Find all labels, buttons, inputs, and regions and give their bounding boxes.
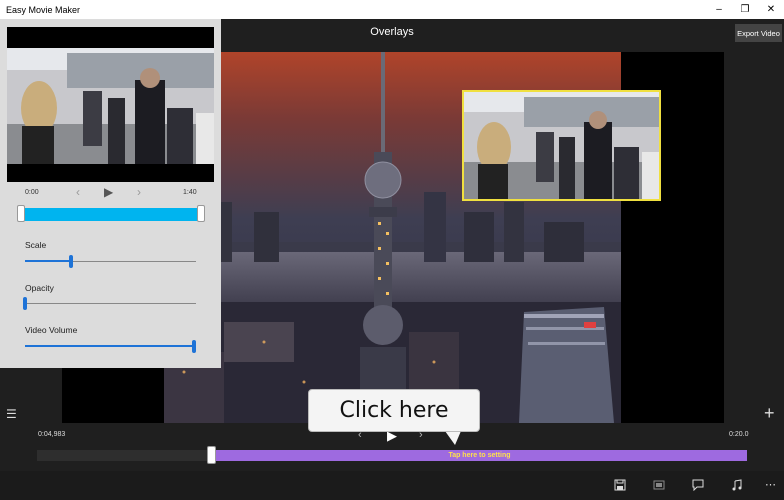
callout-tail [445,431,461,445]
overlay-segment[interactable]: Tap here to setting [212,450,747,461]
film-icon[interactable] [651,478,667,492]
scale-label: Scale [25,240,47,250]
save-icon[interactable] [612,478,628,492]
comment-icon[interactable] [690,478,706,492]
video-volume-label: Video Volume [25,325,78,335]
music-icon[interactable] [729,478,745,492]
minimize-button[interactable]: – [706,0,732,19]
total-time: 0:20.0 [729,431,749,438]
panel-next-icon[interactable]: › [137,185,141,199]
overlay-preview [7,27,214,182]
overlay-preview-frame [7,48,214,164]
close-button[interactable]: ✕ [758,0,784,19]
restore-button[interactable]: ❐ [732,0,758,19]
timeline-playhead[interactable] [206,446,216,464]
overlay-video-clip[interactable] [462,90,661,201]
scale-slider-fill [25,260,71,262]
clip-range-start-handle[interactable] [17,205,25,222]
clip-start-time: 0:00 [25,189,39,196]
clip-range-track[interactable] [21,208,201,221]
opacity-slider-thumb[interactable] [23,297,27,310]
export-video-button[interactable]: Export Video [735,24,782,42]
overlay-segment-label: Tap here to setting [448,452,511,459]
more-icon[interactable]: ⋯ [765,478,776,491]
clip-end-time: 1:40 [183,189,197,196]
opacity-slider-track[interactable] [25,303,196,304]
clip-range-end-handle[interactable] [197,205,205,222]
volume-slider-fill [25,345,194,347]
volume-slider-thumb[interactable] [192,340,196,353]
app-title: Easy Movie Maker [6,4,81,15]
click-here-callout: Click here [308,389,480,432]
opacity-label: Opacity [25,283,54,293]
panel-previous-icon[interactable]: ‹ [76,185,80,199]
title-bar: Easy Movie Maker – ❐ ✕ [0,0,784,19]
list-icon[interactable]: ☰ [6,407,17,421]
scale-slider-thumb[interactable] [68,255,73,268]
app-window: Easy Movie Maker – ❐ ✕ Overlays Export V… [0,0,784,500]
current-time: 0:04,983 [38,431,66,438]
overlay-settings-panel: 0:00 1:40 ‹ ▶ › Scale Opacity Video Volu… [0,19,221,368]
panel-play-icon[interactable]: ▶ [104,185,113,199]
add-icon[interactable]: + [764,403,775,424]
page-title: Overlays [370,26,414,38]
